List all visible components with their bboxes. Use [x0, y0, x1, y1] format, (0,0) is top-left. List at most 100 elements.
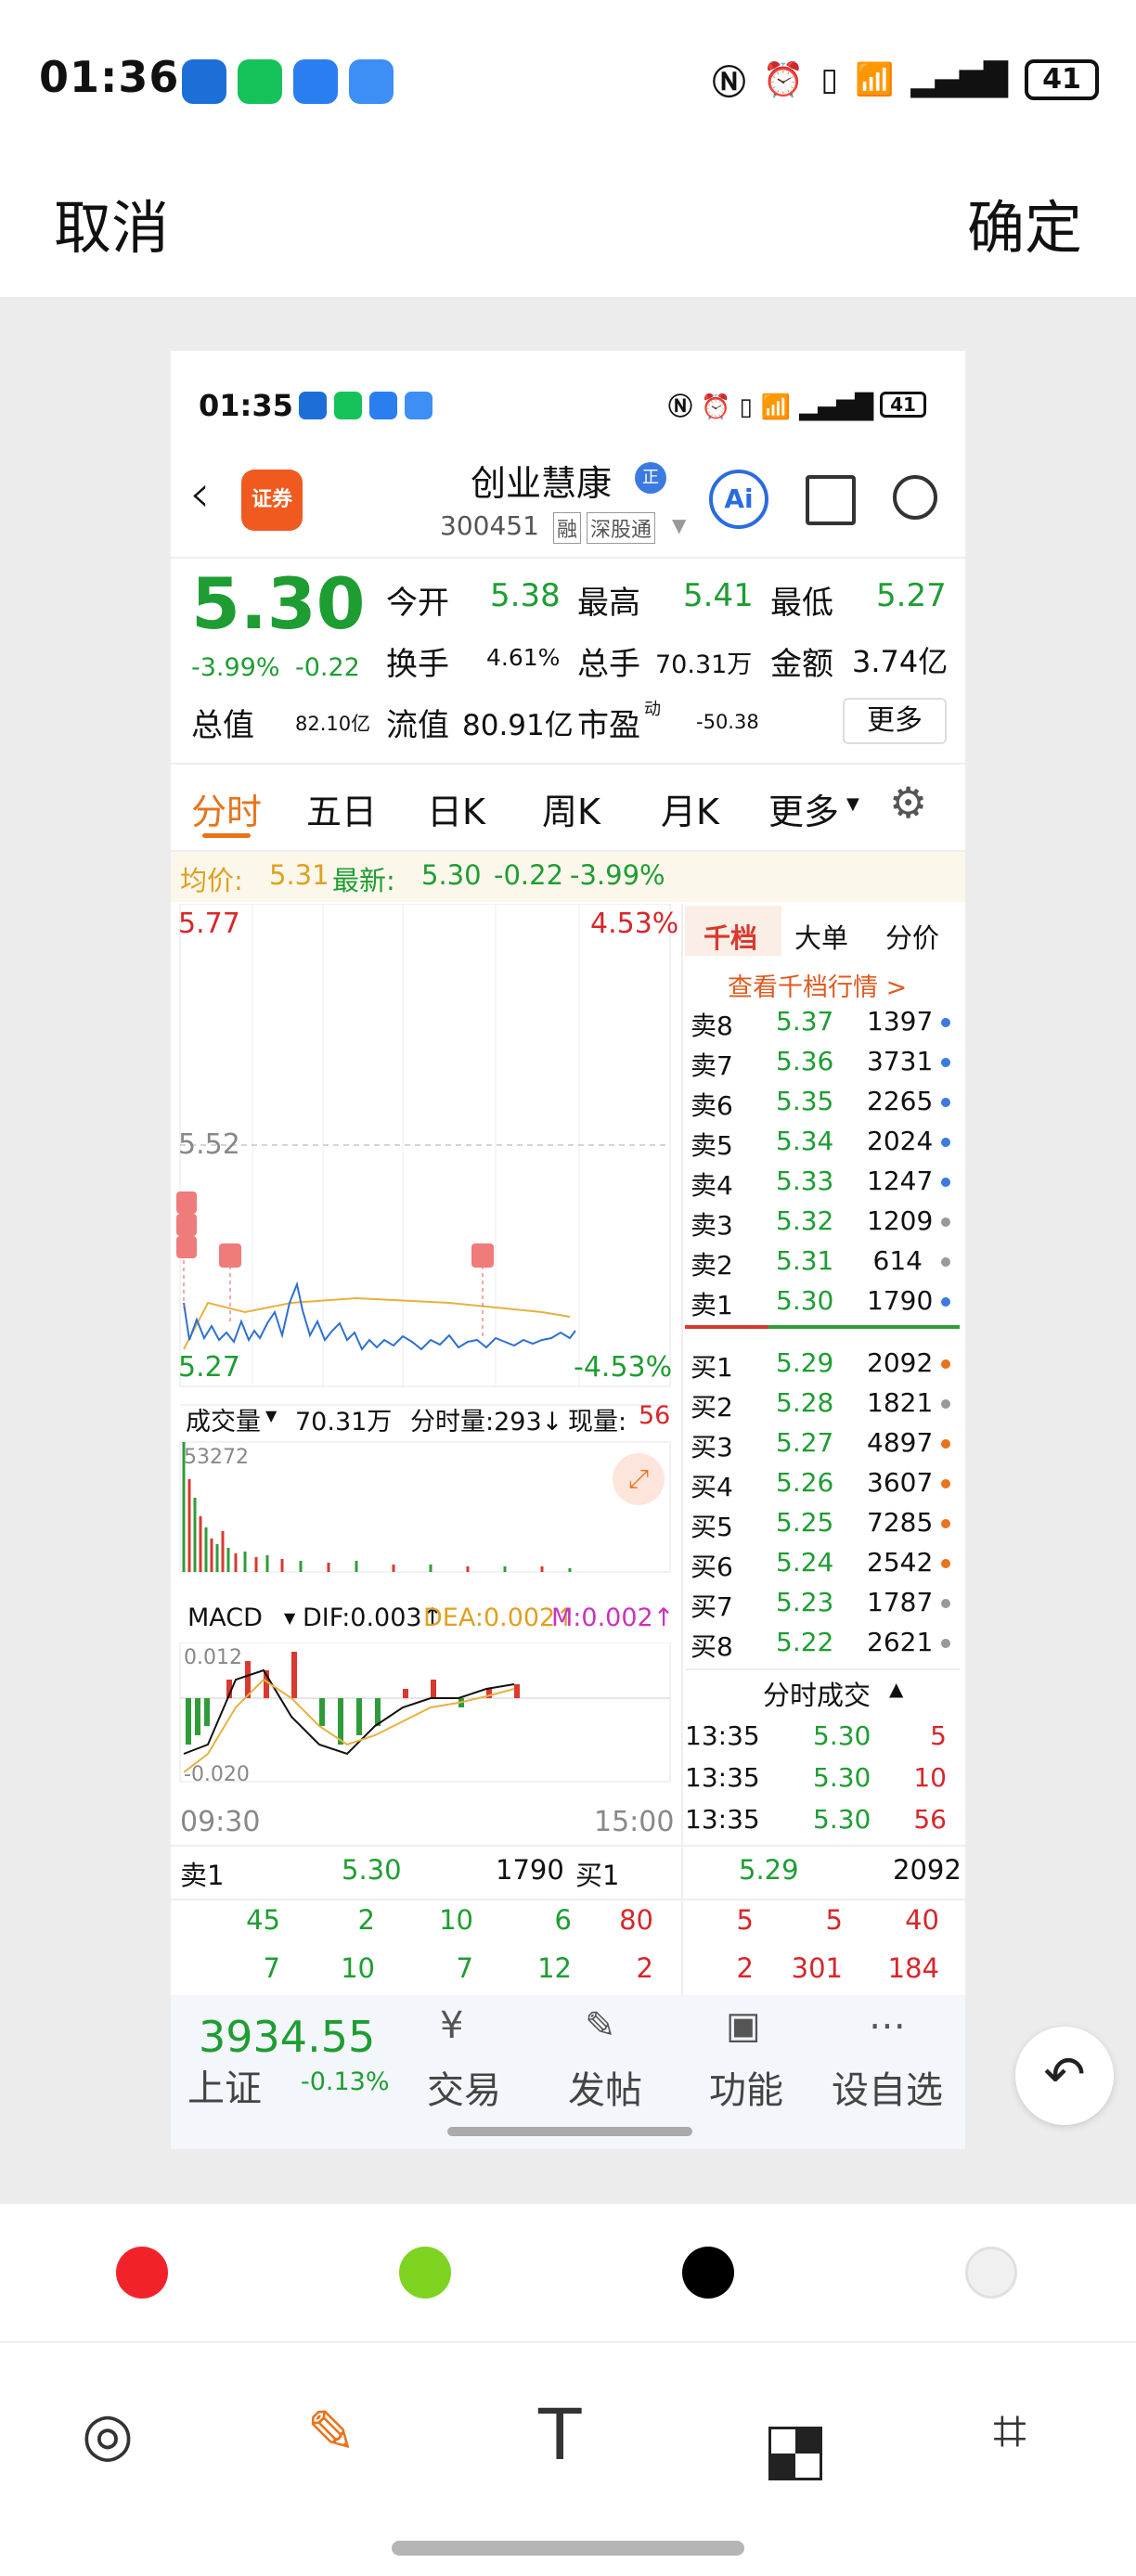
open-value: 5.38: [490, 577, 561, 614]
index-value[interactable]: 3934.55: [199, 2012, 375, 2062]
trade-volume: 56: [913, 1804, 947, 1835]
tab-order-book[interactable]: 千档: [704, 917, 757, 956]
mosaic-tool-icon[interactable]: [768, 2427, 822, 2480]
trade-volume: 5: [930, 1720, 947, 1751]
wifi-icon: 📶: [855, 61, 895, 98]
ask-dot-icon: [941, 1018, 950, 1027]
volume-value: 70.31万: [655, 650, 753, 679]
chart-high-percent: 4.53%: [590, 908, 679, 940]
ask-label: 卖8: [691, 1011, 733, 1041]
macd-select[interactable]: MACD: [187, 1604, 263, 1632]
bid-label: 买8: [691, 1631, 733, 1662]
crop-tool-icon[interactable]: ⌗: [993, 2397, 1026, 2466]
ask-volume: 614: [872, 1245, 923, 1276]
chevron-up-icon: ▲: [889, 1678, 904, 1700]
intraday-chart[interactable]: [171, 904, 681, 1609]
tab-weekly-k[interactable]: 周K: [542, 783, 600, 834]
more-button[interactable]: 更多: [843, 698, 947, 744]
ask-price: 5.36: [776, 1046, 834, 1076]
dropdown-icon[interactable]: ▼: [672, 514, 686, 536]
ask-price: 5.34: [776, 1126, 834, 1156]
tab-more[interactable]: 更多: [768, 783, 839, 834]
bid-volume: 2542: [867, 1547, 934, 1578]
nav-trade[interactable]: 交易: [427, 2060, 501, 2114]
trade-time: 13:35: [685, 1720, 760, 1751]
sell-queue-value: 7: [263, 1952, 280, 1984]
bid-dot-icon: [941, 1639, 950, 1648]
nav-post[interactable]: 发帖: [568, 2060, 642, 2114]
tab-intraday[interactable]: 分时: [191, 783, 262, 834]
trades-title[interactable]: 分时成交: [763, 1674, 871, 1713]
bid-dot-icon: [941, 1599, 950, 1608]
ask-dot-icon: [941, 1297, 950, 1307]
tab-daily-k[interactable]: 日K: [427, 783, 485, 834]
bottom-sell-price: 5.30: [342, 1854, 402, 1886]
pe-value: -50.38: [696, 711, 759, 733]
bid-label: 买4: [691, 1472, 733, 1502]
pe-sup: 动: [644, 700, 661, 719]
text-tool-icon[interactable]: T: [538, 2393, 581, 2476]
bid-label: 买6: [691, 1552, 733, 1582]
index-name[interactable]: 上证: [187, 2058, 262, 2112]
tab-large-orders[interactable]: 大单: [794, 917, 848, 956]
ask-volume: 1247: [867, 1166, 934, 1196]
tab-monthly-k[interactable]: 月K: [661, 783, 719, 834]
ask-volume: 2024: [867, 1126, 934, 1156]
back-icon[interactable]: ‹: [189, 464, 210, 524]
stock-code: 300451: [440, 510, 539, 541]
ask-volume: 2265: [867, 1086, 934, 1116]
bid-price: 5.26: [776, 1467, 834, 1498]
bid-label: 买1: [691, 1352, 733, 1383]
latest-value: 5.30: [421, 859, 482, 891]
bid-volume: 3607: [867, 1467, 934, 1498]
nav-add-watchlist[interactable]: 设自选: [832, 2060, 943, 2114]
chart-low-percent: -4.53%: [574, 1351, 673, 1384]
bid-volume: 2092: [867, 1347, 934, 1378]
ai-button[interactable]: Ai: [709, 470, 768, 529]
ask-price: 5.32: [776, 1205, 834, 1236]
ask-label: 卖5: [691, 1130, 733, 1161]
ask-dot-icon: [941, 1058, 950, 1067]
bid-label: 买7: [691, 1591, 733, 1622]
color-white-button[interactable]: [965, 2247, 1017, 2299]
alarm-icon: ⏰: [762, 61, 805, 99]
shape-tool-icon[interactable]: ◎: [82, 2401, 134, 2469]
cancel-button[interactable]: 取消: [54, 181, 169, 264]
order-book-link[interactable]: 查看千档行情 >: [728, 967, 907, 1003]
color-black-button[interactable]: [682, 2247, 734, 2299]
bid-volume: 7285: [867, 1507, 934, 1538]
status-time: 01:36: [39, 52, 180, 102]
inner-home-indicator: [447, 2127, 692, 2136]
pen-tool-icon[interactable]: ✎: [306, 2399, 356, 2467]
sell-queue-value: 2: [357, 1904, 375, 1936]
ask-label: 卖6: [691, 1090, 733, 1121]
color-green-button[interactable]: [399, 2247, 451, 2299]
index-percent: -0.13%: [301, 2067, 390, 2096]
bid-label: 买5: [691, 1512, 733, 1542]
volume-label: 总手: [577, 646, 640, 683]
trade-time: 13:35: [685, 1762, 760, 1793]
mktcap-value: 82.10亿: [295, 713, 371, 735]
nav-function[interactable]: 功能: [709, 2060, 783, 2114]
ask-label: 卖3: [691, 1210, 733, 1241]
settings-icon[interactable]: ⚙: [889, 778, 927, 828]
share-icon[interactable]: [806, 475, 856, 525]
bid-label: 买2: [691, 1392, 733, 1423]
macd-high: 0.012: [184, 1646, 242, 1669]
tab-price-distribution[interactable]: 分价: [885, 917, 939, 956]
bottom-buy-volume: 2092: [893, 1854, 962, 1886]
trade-price: 5.30: [813, 1804, 871, 1835]
search-icon[interactable]: [893, 475, 937, 520]
nfc-icon: Ⓝ: [712, 64, 746, 102]
confirm-button[interactable]: 确定: [967, 181, 1082, 264]
screenshot-preview[interactable]: 01:35 Ⓝ ⏰ ▯ 📶 ▂▄▆█ 41 ‹ 证券 创业慧康 正 300451…: [171, 351, 965, 2149]
low-value: 5.27: [876, 577, 947, 614]
trade-volume: 10: [913, 1762, 947, 1793]
color-red-button[interactable]: [116, 2247, 168, 2299]
expand-icon[interactable]: ⤢: [613, 1453, 665, 1505]
volume-indicator-select[interactable]: 成交量: [186, 1401, 261, 1437]
undo-icon[interactable]: ↶: [1015, 2027, 1114, 2125]
tab-five-day[interactable]: 五日: [306, 783, 377, 834]
volume-total: 70.31万: [295, 1408, 393, 1436]
high-value: 5.41: [683, 577, 754, 614]
